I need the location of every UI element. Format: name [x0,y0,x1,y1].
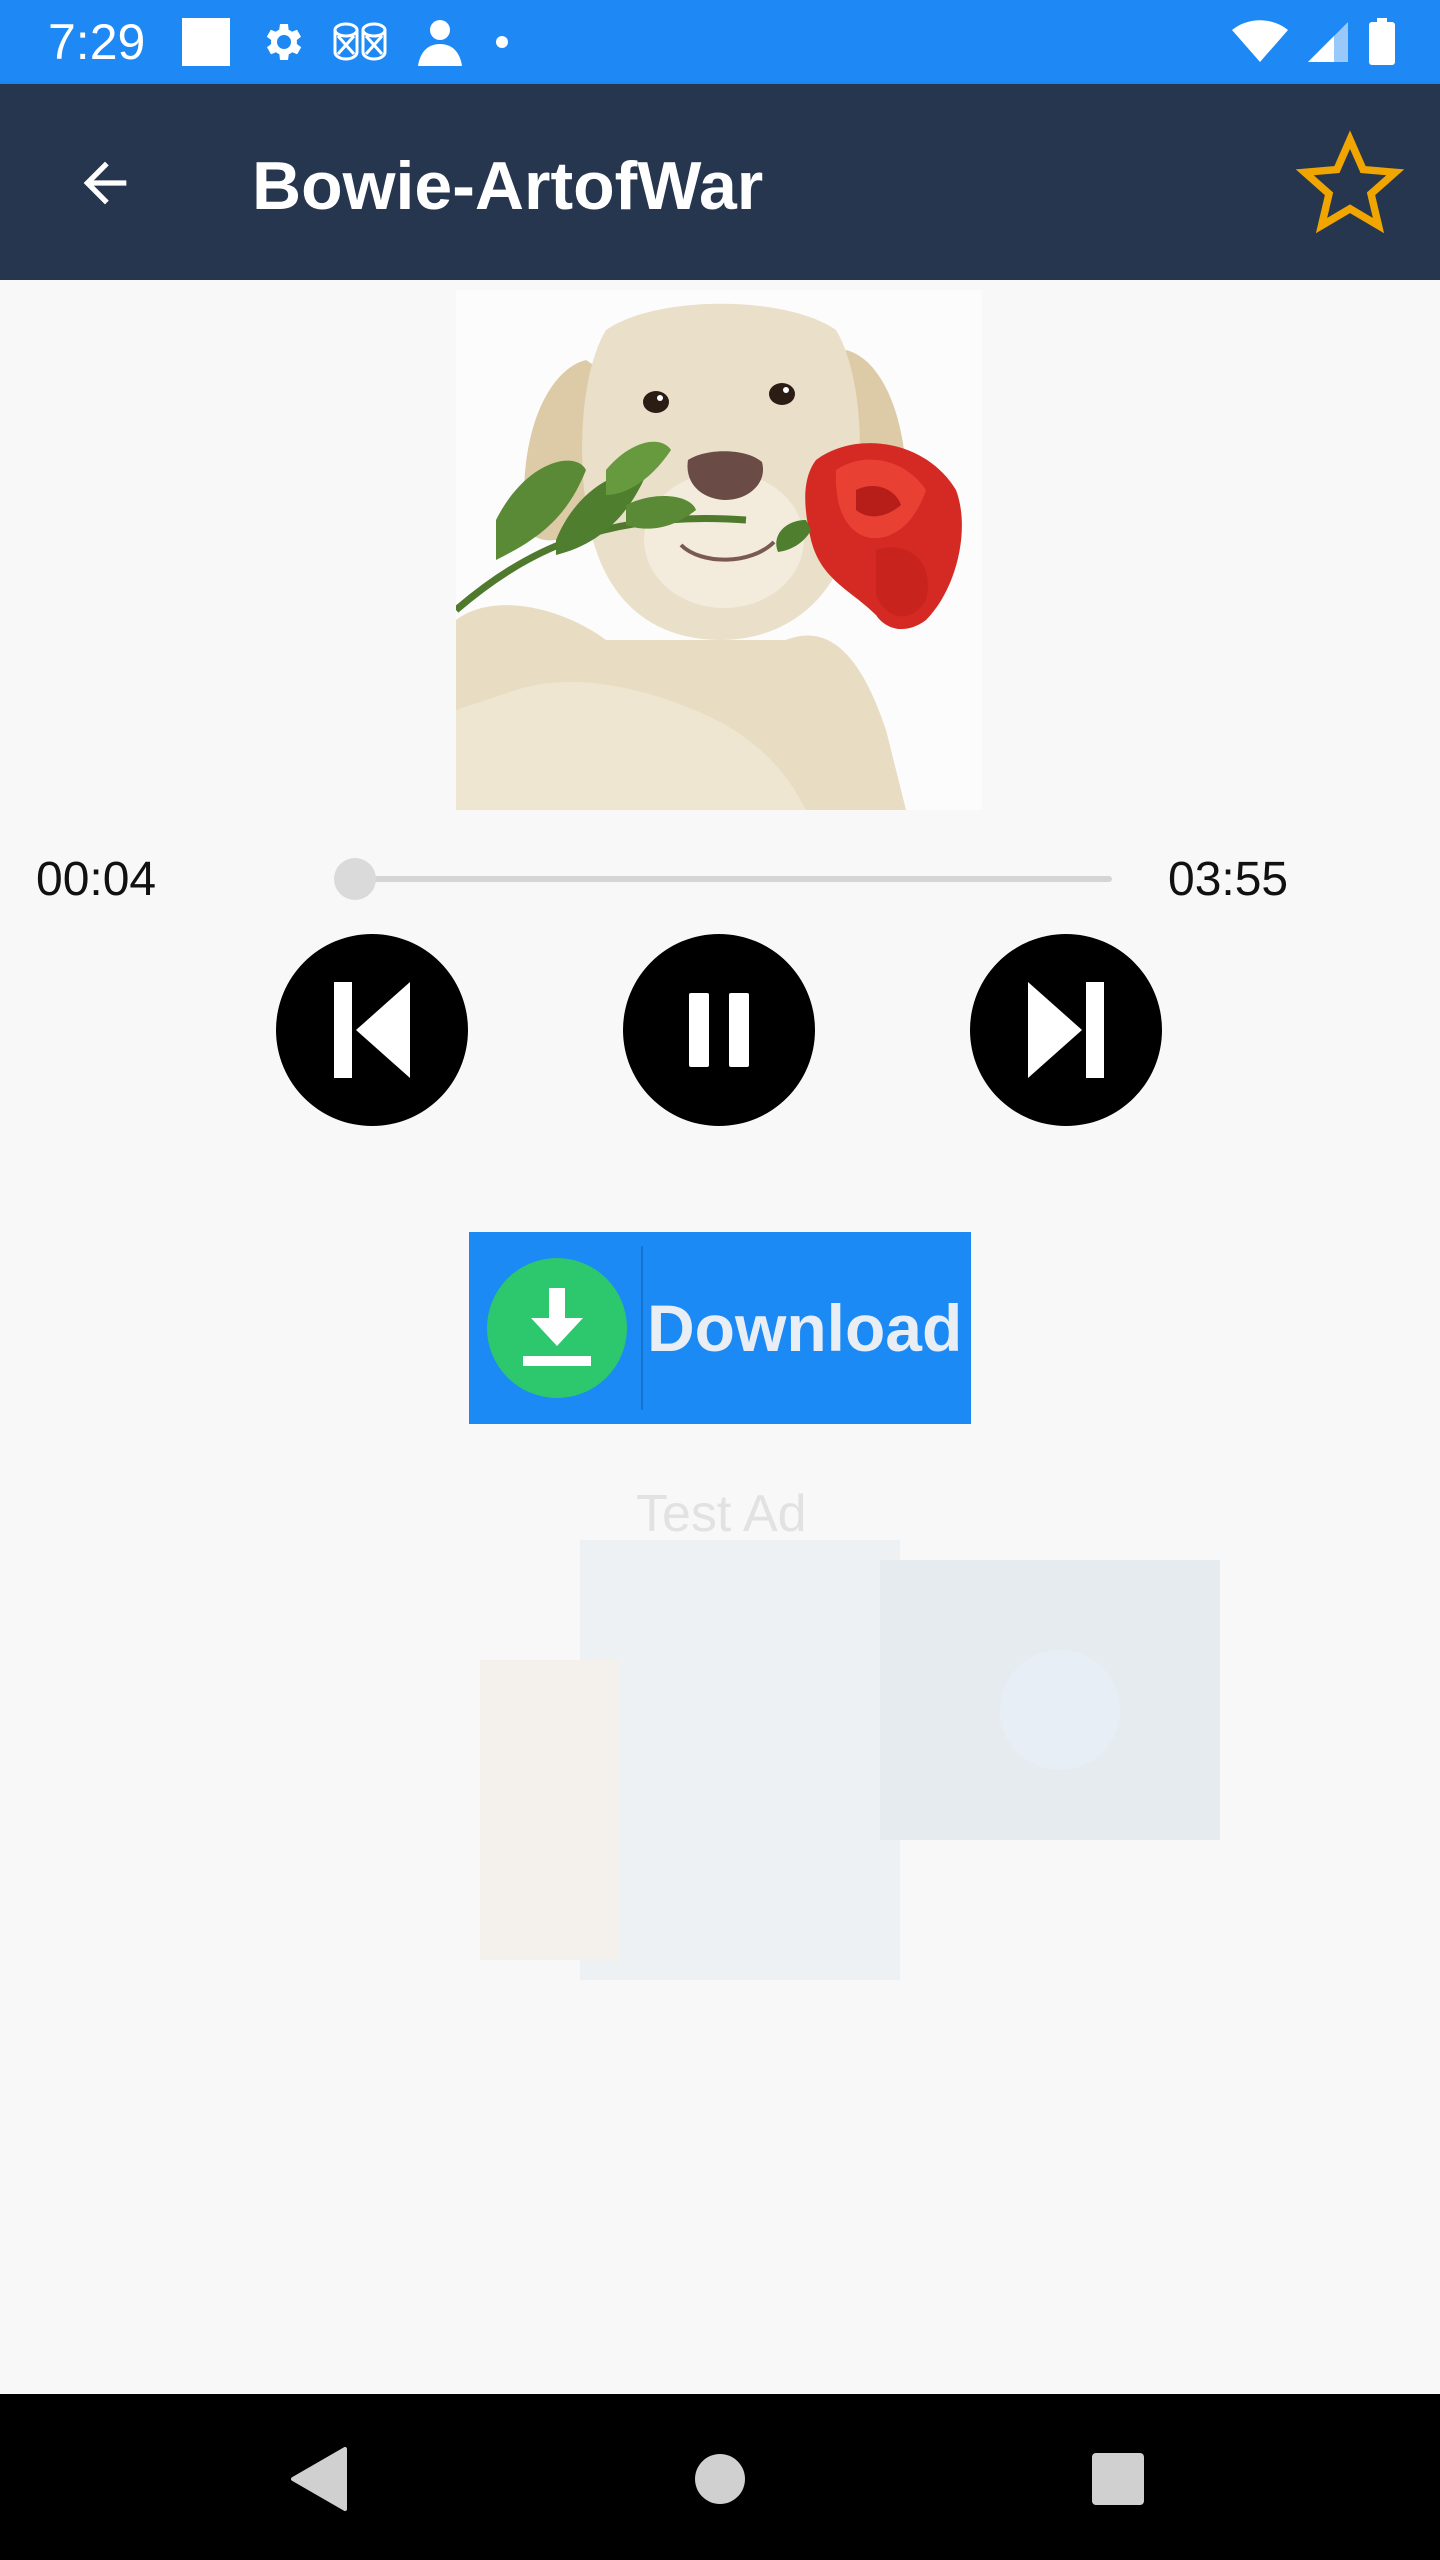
download-divider [641,1246,643,1410]
wifi-icon [1232,20,1288,62]
download-button[interactable]: Download [469,1232,971,1424]
elapsed-time: 00:04 [36,853,157,906]
download-arrow-icon [523,1288,591,1366]
seek-bar[interactable] [334,858,1112,900]
drums-icon [333,22,387,61]
nav-recents-button[interactable] [1073,2434,1163,2524]
status-system-icons [1232,16,1396,68]
ad-image [420,1480,1250,2040]
favorite-button[interactable] [1290,124,1410,244]
nav-back-icon [291,2447,347,2511]
total-duration: 03:55 [1168,853,1289,906]
nav-home-icon [695,2454,745,2504]
previous-button[interactable] [276,934,468,1126]
skip-previous-icon [334,982,410,1078]
page-title: Bowie-ArtofWar [252,148,764,224]
person-icon [418,20,462,66]
status-time: 7:29 [48,14,146,70]
album-artwork [456,290,982,810]
navigation-bar [0,2394,1440,2560]
battery-icon [1369,18,1395,65]
pause-button[interactable] [623,934,815,1126]
download-icon-circle [487,1258,627,1398]
app-bar: Bowie-ArtofWar [0,84,1440,280]
status-bar: 7:29 [0,0,1440,84]
skip-next-icon [1028,982,1104,1078]
ad-label: Test Ad [636,1485,807,1543]
status-notification-icons [180,16,512,68]
pause-icon [689,993,749,1067]
dot-icon [496,36,508,48]
star-outline-icon [1295,130,1405,234]
settings-icon [266,24,302,60]
cell-signal-icon [1308,22,1348,62]
ad-banner[interactable] [420,1480,1250,2040]
nav-home-button[interactable] [675,2434,765,2524]
next-button[interactable] [970,934,1162,1126]
puppy-with-rose-image [456,290,982,810]
player-screen: 00:04 03:55 Download Test Ad [0,280,1440,2394]
nav-back-button[interactable] [274,2434,364,2524]
back-button[interactable] [50,128,160,238]
square-notification-icon [182,18,230,66]
nav-recents-icon [1092,2453,1144,2505]
seek-thumb[interactable] [334,858,377,900]
arrow-back-icon [83,161,127,205]
download-label: Download [647,1291,963,1365]
